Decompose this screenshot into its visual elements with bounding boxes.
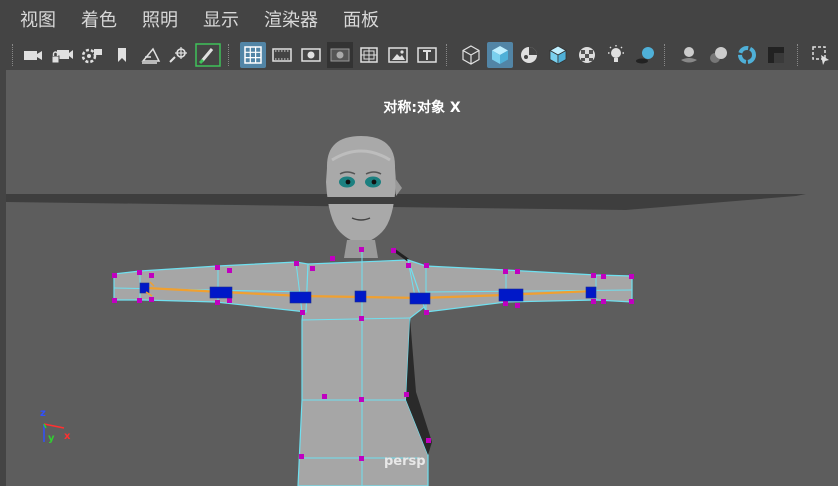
scene-canvas[interactable]: z y x [6, 70, 838, 486]
wireframe-on-shaded-icon[interactable] [545, 42, 571, 68]
perspective-viewport[interactable]: z y x 对称:对象 X persp [6, 70, 838, 486]
field-chart-icon[interactable] [356, 42, 382, 68]
camera-icon[interactable] [20, 42, 46, 68]
panel-toolbar [0, 40, 838, 70]
paint-brush-icon[interactable] [195, 42, 221, 68]
menu-renderer[interactable]: 渲染器 [264, 9, 318, 33]
isolate-select-icon[interactable] [808, 42, 834, 68]
axis-y-label: y [48, 433, 55, 444]
default-material-icon[interactable] [516, 42, 542, 68]
toolbar-separator [797, 44, 800, 66]
smooth-shade-icon[interactable] [487, 42, 513, 68]
axis-z-label: z [40, 408, 46, 419]
bookmark-icon[interactable] [109, 42, 135, 68]
toolbar-separator [12, 44, 15, 66]
view-axis-gizmo: z y x [40, 408, 71, 444]
safe-title-icon[interactable] [414, 42, 440, 68]
depth-of-field-icon[interactable] [763, 42, 789, 68]
menu-lighting[interactable]: 照明 [142, 9, 178, 33]
motion-blur-icon[interactable] [705, 42, 731, 68]
safe-action-icon[interactable] [385, 42, 411, 68]
shadows-icon[interactable] [632, 42, 658, 68]
wireframe-icon[interactable] [458, 42, 484, 68]
screen-space-ao-icon[interactable] [676, 42, 702, 68]
menu-show[interactable]: 显示 [203, 9, 239, 33]
gate-mask-icon[interactable] [327, 42, 353, 68]
menu-shading[interactable]: 着色 [81, 9, 117, 33]
camera-lock-icon[interactable] [49, 42, 75, 68]
menu-panels[interactable]: 面板 [343, 9, 379, 33]
ground-plane-edge [306, 197, 426, 204]
symmetry-status-title: 对称:对象 X [383, 100, 461, 116]
panel-menu-bar: 视图 着色 照明 显示 渲染器 面板 [0, 0, 838, 40]
image-plane-icon[interactable] [138, 42, 164, 68]
character-torso[interactable] [297, 248, 432, 486]
toolbar-separator [446, 44, 449, 66]
film-gate-icon[interactable] [269, 42, 295, 68]
camera-attributes-icon[interactable] [78, 42, 104, 68]
toolbar-separator [228, 44, 231, 66]
anti-aliasing-icon[interactable] [734, 42, 760, 68]
axis-x-label: x [64, 431, 71, 442]
maya-viewport-window: 视图 着色 照明 显示 渲染器 面板 z y x 对称:对象 X persp [0, 0, 838, 486]
toolbar-separator [664, 44, 667, 66]
select-camera-icon[interactable] [166, 42, 192, 68]
use-all-lights-icon[interactable] [603, 42, 629, 68]
menu-view[interactable]: 视图 [20, 9, 56, 33]
resolution-gate-icon[interactable] [298, 42, 324, 68]
textured-icon[interactable] [574, 42, 600, 68]
camera-name-label: persp [384, 454, 426, 469]
grid-icon[interactable] [240, 42, 266, 68]
